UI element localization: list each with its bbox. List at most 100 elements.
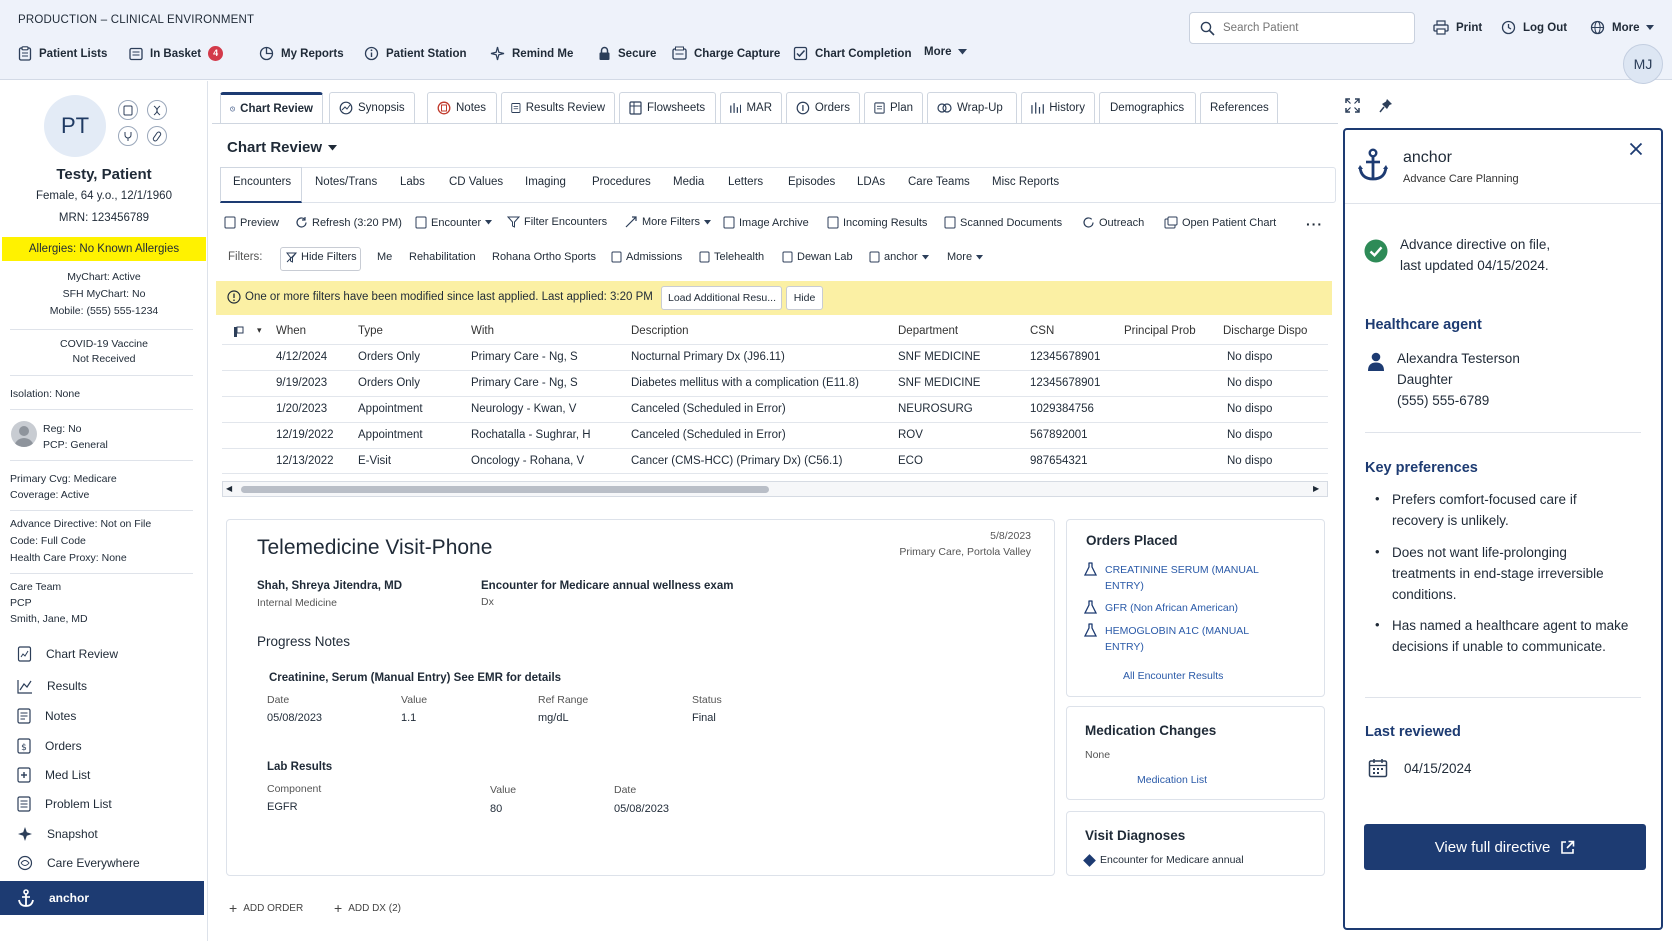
scrollbar-thumb[interactable] [241,486,769,493]
filter-hide-filters[interactable]: Hide Filters [286,251,357,263]
toolbar-overflow-icon[interactable]: ··· [1306,216,1323,232]
toolbar-more-filters[interactable]: More Filters [625,216,712,228]
tab-synopsis[interactable]: Synopsis [329,92,415,123]
menu-my-reports[interactable]: My Reports [259,46,344,61]
user-avatar[interactable]: MJ [1623,44,1663,84]
filter-anchor[interactable]: anchor [869,251,929,263]
tab-plan[interactable]: Plan [864,92,923,123]
dna-icon[interactable] [147,100,167,120]
col-when[interactable]: When [276,325,306,337]
document-icon[interactable] [118,100,138,120]
view-full-directive-button[interactable]: View full directive [1364,824,1646,870]
filter-rohana-ortho-sports[interactable]: Rohana Ortho Sports [492,251,596,263]
visit-diagnosis-item[interactable]: Encounter for Medicare annual [1100,854,1244,866]
sidenav-anchor[interactable]: anchor [0,881,204,915]
toolbar-outreach[interactable]: Outreach [1082,216,1144,229]
tab-chart-review[interactable]: Chart Review [220,92,323,123]
toolbar-image-archive[interactable]: Image Archive [723,216,809,229]
search-box[interactable] [1189,12,1415,44]
toolbar-encounter[interactable]: Encounter [415,216,493,229]
sidenav-med-list[interactable]: Med List [0,761,204,789]
tab-references[interactable]: References [1200,92,1278,123]
filter-more[interactable]: More [947,251,984,263]
filter-dewan-lab[interactable]: Dewan Lab [782,251,853,263]
tab-history[interactable]: History [1021,92,1095,123]
col-description[interactable]: Description [631,325,689,337]
order-item[interactable]: CREATININE SERUM (MANUAL ENTRY) [1105,562,1275,594]
tab-wrap-up[interactable]: Wrap-Up [927,92,1017,123]
section-title-dropdown[interactable]: Chart Review [227,139,338,156]
col-csn[interactable]: CSN [1030,325,1054,337]
table-row[interactable]: 1/20/2023 Appointment Neurology - Kwan, … [222,396,1328,422]
tab-notes[interactable]: Notes [427,92,497,123]
subtab-letters[interactable]: Letters [728,176,763,188]
toolbar-refresh[interactable]: Refresh (3:20 PM) [295,216,402,229]
subtab-media[interactable]: Media [673,176,704,188]
sidenav-problem-list[interactable]: Problem List [0,790,204,818]
tab-flowsheets[interactable]: Flowsheets [619,92,716,123]
add-order-button[interactable]: + ADD ORDER [229,900,303,916]
logout-button[interactable]: Log Out [1501,20,1567,35]
sidenav-results[interactable]: Results [0,672,204,700]
menu-remind-me[interactable]: Remind Me [490,46,573,61]
toolbar-filter-encounters[interactable]: Filter Encounters [507,216,607,228]
scroll-right-icon[interactable]: ▶ [1313,484,1319,493]
pill-icon[interactable] [147,126,167,146]
allergy-banner[interactable]: Allergies: No Known Allergies [2,237,206,261]
sidenav-care-everywhere[interactable]: Care Everywhere [0,849,204,877]
search-input[interactable] [1223,22,1393,34]
expand-icon[interactable] [1345,98,1360,113]
subtab-misc-reports[interactable]: Misc Reports [992,176,1059,188]
sidenav-notes[interactable]: Notes [0,702,204,730]
scroll-left-icon[interactable]: ◀ [226,484,232,493]
subtab-episodes[interactable]: Episodes [788,176,835,188]
add-dx-button[interactable]: + ADD DX (2) [334,900,401,916]
toolbar-incoming-results[interactable]: Incoming Results [827,216,927,229]
sidenav-snapshot[interactable]: Snapshot [0,820,204,848]
menu-more[interactable]: More [924,46,968,58]
menu-patient-lists[interactable]: Patient Lists [18,46,107,61]
col-with[interactable]: With [471,325,494,337]
order-item[interactable]: GFR (Non African American) [1105,600,1275,616]
filter-rehabilitation[interactable]: Rehabilitation [409,251,476,263]
col-discharge-dispo[interactable]: Discharge Dispo [1223,325,1307,337]
tab-mar[interactable]: MAR [720,92,782,123]
table-row[interactable]: 4/12/2024 Orders Only Primary Care - Ng,… [222,344,1328,370]
pin-icon[interactable] [1379,98,1393,113]
tab-demographics[interactable]: Demographics [1099,92,1196,123]
menu-patient-station[interactable]: Patient Station [364,46,467,61]
subtab-labs[interactable]: Labs [400,176,425,188]
print-button[interactable]: Print [1433,20,1482,35]
menu-secure[interactable]: Secure [598,46,656,61]
sort-icon[interactable]: ▾ [257,325,262,336]
subtab-cd-values[interactable]: CD Values [449,176,503,188]
col-type[interactable]: Type [358,325,383,337]
agent-phone[interactable]: (555) 555-6789 [1397,390,1489,411]
close-icon[interactable] [1629,142,1643,156]
sidenav-chart-review[interactable]: Chart Review [0,640,204,668]
subtab-encounters[interactable]: Encounters [233,176,291,188]
subtab-care-teams[interactable]: Care Teams [908,176,970,188]
toolbar-preview[interactable]: Preview [224,216,279,229]
toolbar-open-patient-chart[interactable]: Open Patient Chart [1164,216,1276,229]
subtab-procedures[interactable]: Procedures [592,176,651,188]
subtab-ldas[interactable]: LDAs [857,176,885,188]
col-department[interactable]: Department [898,325,958,337]
table-row[interactable]: 12/19/2022 Appointment Rochatalla - Sugh… [222,422,1328,448]
stethoscope-icon[interactable] [118,126,138,146]
tab-results-review[interactable]: Results Review [501,92,615,123]
order-item[interactable]: HEMOGLOBIN A1C (MANUAL ENTRY) [1105,623,1275,655]
filter-me[interactable]: Me [377,251,392,263]
table-row[interactable]: 12/13/2022 E-Visit Oncology - Rohana, V … [222,448,1328,474]
header-more-button[interactable]: More [1590,20,1655,35]
menu-chart-completion[interactable]: Chart Completion [793,46,911,61]
filter-telehealth[interactable]: Telehealth [699,251,764,263]
medication-list-link[interactable]: Medication List [1137,774,1207,786]
table-row[interactable]: 9/19/2023 Orders Only Primary Care - Ng,… [222,370,1328,396]
col-principal-prob[interactable]: Principal Prob [1124,325,1196,337]
pin-column-icon[interactable] [233,326,244,338]
subtab-notes-trans[interactable]: Notes/Trans [315,176,377,188]
encounter-provider[interactable]: Shah, Shreya Jitendra, MD [257,580,402,592]
hide-notice-button[interactable]: Hide [786,286,823,310]
toolbar-scanned-documents[interactable]: Scanned Documents [944,216,1062,229]
